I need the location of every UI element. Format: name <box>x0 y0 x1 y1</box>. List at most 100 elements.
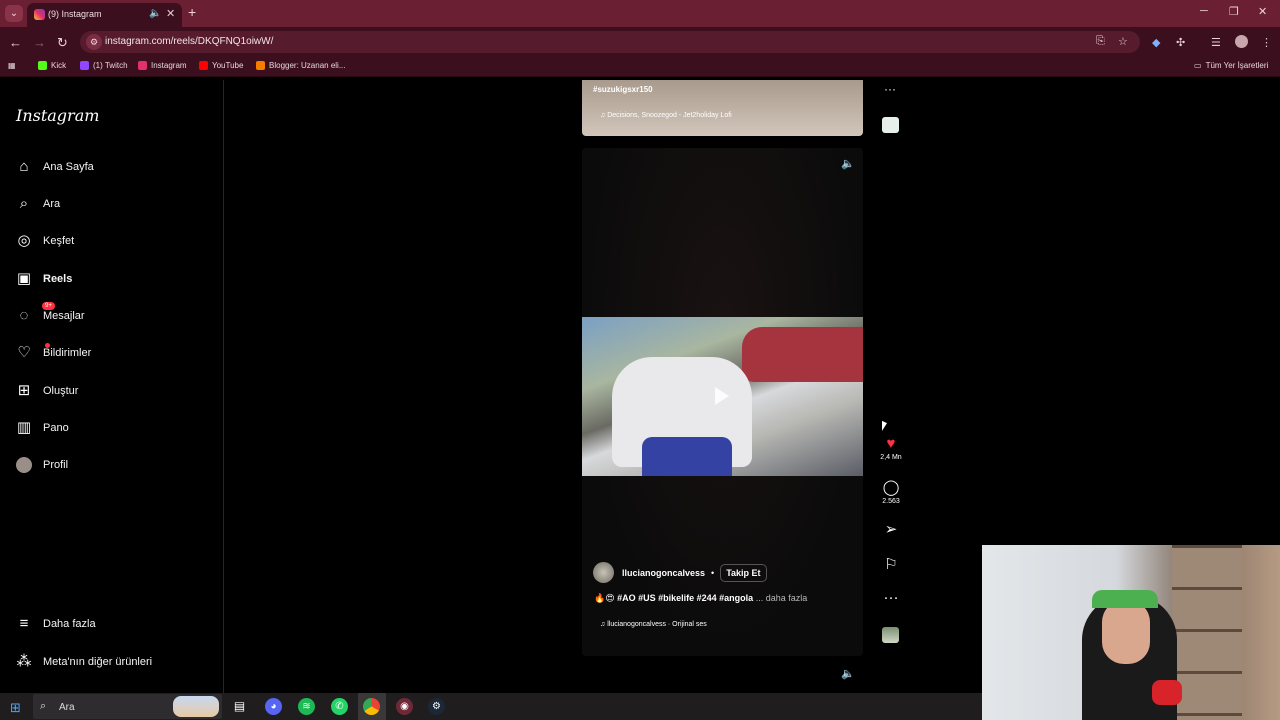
sidebar-item-dashboard[interactable]: ▥ Pano <box>16 417 69 439</box>
caption-more-link[interactable]: ... daha fazla <box>756 593 808 603</box>
tab-close-icon[interactable]: ✕ <box>166 7 175 20</box>
caption-emoji: 🔥😍 <box>594 593 615 603</box>
previous-reel[interactable]: #suzukigsxr150 ♫ Decisions, Snoozegod - … <box>582 80 863 136</box>
next-reel-speaker-icon[interactable]: 🔈 <box>841 667 855 680</box>
sidebar-item-meta[interactable]: ⁂ Meta'nın diğer ürünleri <box>16 651 153 673</box>
share-button[interactable]: ➢ <box>878 522 904 538</box>
back-arrow-icon[interactable]: ← <box>9 35 22 50</box>
sidebar-item-explore[interactable]: ◎ Keşfet <box>16 230 74 252</box>
more-options-button[interactable]: ··· <box>878 590 904 606</box>
instagram-favicon-icon <box>34 9 45 20</box>
apps-grid-icon[interactable]: ▦ <box>8 61 16 70</box>
caption-hashtags[interactable]: #AO #US #bikelife #244 #angola <box>617 593 756 603</box>
bookmark-youtube[interactable]: YouTube <box>199 61 243 70</box>
sidebar-item-label: Profil <box>43 459 69 471</box>
like-button[interactable]: ♥ 2,4 Mn <box>878 436 904 462</box>
windows-start-icon[interactable]: ⊞ <box>10 700 21 716</box>
browser-tab-instagram[interactable]: (9) Instagram 🔈 ✕ <box>27 3 182 27</box>
compass-icon: ◎ <box>17 232 31 249</box>
bookmark-twitch[interactable]: (1) Twitch <box>80 61 128 70</box>
speaker-icon[interactable]: 🔈 <box>841 157 855 170</box>
sidebar-item-label: Meta'nın diğer ürünleri <box>43 656 153 668</box>
kick-icon <box>38 61 47 70</box>
spotify-icon[interactable]: ≋ <box>298 698 315 715</box>
instagram-logo[interactable]: Instagram <box>16 106 99 125</box>
all-bookmarks-folder[interactable]: ▭ Tüm Yer İşaretleri <box>1194 61 1268 70</box>
tab-audio-icon[interactable]: 🔈 <box>149 8 161 19</box>
bookmarks-bar: ▦ Kick (1) Twitch Instagram YouTube Blog… <box>0 57 1280 77</box>
previous-reel-hashtag[interactable]: #suzukigsxr150 <box>593 85 653 94</box>
webcam-face <box>1102 600 1150 664</box>
blogger-icon <box>256 61 265 70</box>
bookmark-instagram[interactable]: Instagram <box>138 61 187 70</box>
task-view-icon[interactable]: ▤ <box>231 698 248 715</box>
bookmark-star-icon[interactable]: ☆ <box>1118 35 1128 48</box>
media-controls-icon[interactable]: ☰ <box>1211 36 1221 49</box>
send-icon: ➢ <box>884 521 898 538</box>
sidebar-item-label: Ara <box>43 198 61 210</box>
messenger-icon: ◌ <box>19 307 29 324</box>
bookmark-kick[interactable]: Kick <box>38 61 66 70</box>
translate-extension-icon[interactable]: ◆ <box>1152 36 1160 49</box>
play-icon[interactable] <box>715 387 729 405</box>
steam-icon[interactable]: ⚙ <box>428 698 445 715</box>
bookmark-icon: ⚐ <box>884 556 898 573</box>
reels-icon: ▣ <box>16 270 32 287</box>
profile-avatar-icon[interactable] <box>1235 35 1248 48</box>
sidebar-item-label: Daha fazla <box>43 618 96 630</box>
browser-toolbar: ← → ↻ ⚙ instagram.com/reels/DKQFNQ1oiwW/… <box>0 27 1280 57</box>
sidebar-item-create[interactable]: ⊞ Oluştur <box>16 380 79 402</box>
chrome-icon[interactable] <box>363 698 380 715</box>
discord-icon[interactable]: ◕ <box>265 698 282 715</box>
sidebar-item-search[interactable]: ⌕ Ara <box>16 193 60 215</box>
home-icon: ⌂ <box>19 158 29 175</box>
reel-caption: 🔥😍 #AO #US #bikelife #244 #angola ... da… <box>594 593 807 604</box>
restore-button[interactable]: ❐ <box>1229 5 1239 18</box>
instagram-icon <box>138 61 147 70</box>
meta-apps-icon: ⁂ <box>16 653 32 670</box>
address-bar[interactable]: ⚙ instagram.com/reels/DKQFNQ1oiwW/ ⎘ ☆ <box>80 31 1140 53</box>
sidebar-item-home[interactable]: ⌂ Ana Sayfa <box>16 156 93 178</box>
save-button[interactable]: ⚐ <box>878 557 904 573</box>
webcam-red-object <box>1152 680 1182 705</box>
search-highlight-image <box>173 696 219 717</box>
author-avatar[interactable] <box>593 562 614 583</box>
reel-audio[interactable]: ♫ llucianogoncalvess · Orijinal ses <box>600 621 707 628</box>
window-close-button[interactable]: ✕ <box>1258 5 1267 18</box>
search-icon: ⌕ <box>19 195 29 212</box>
sidebar-item-profile[interactable]: Profil <box>16 454 68 476</box>
install-app-icon[interactable]: ⎘ <box>1096 35 1105 48</box>
tab-list-button[interactable]: ⌄ <box>5 5 23 22</box>
extensions-icon[interactable]: ✣ <box>1176 36 1185 49</box>
site-info-icon[interactable]: ⚙ <box>86 34 102 50</box>
menu-kebab-icon[interactable]: ⋮ <box>1261 36 1272 49</box>
minimize-button[interactable]: ─ <box>1200 5 1208 17</box>
author-username[interactable]: llucianogoncalvess <box>622 568 705 578</box>
sidebar-item-reels[interactable]: ▣ Reels <box>16 268 72 290</box>
whatsapp-icon[interactable]: ✆ <box>331 698 348 715</box>
taskbar-search[interactable]: ⌕ Ara <box>33 694 222 719</box>
sidebar-item-messages[interactable]: ◌ 9+ Mesajlar <box>16 302 85 327</box>
bookmark-blogger[interactable]: Blogger: Uzanan eli... <box>256 61 346 70</box>
follow-button[interactable]: Takip Et <box>720 563 767 582</box>
obs-icon[interactable]: ◉ <box>396 698 413 715</box>
tab-title: (9) Instagram <box>48 9 102 19</box>
folder-icon: ▭ <box>1194 61 1202 70</box>
previous-reel-music[interactable]: ♫ Decisions, Snoozegod - Jet2holiday Lof… <box>600 112 732 119</box>
previous-audio-thumbnail[interactable] <box>882 117 899 133</box>
reel-video[interactable] <box>582 317 863 476</box>
reload-icon[interactable]: ↻ <box>57 35 68 51</box>
more-options-icon: ··· <box>883 589 899 606</box>
avatar-icon <box>16 457 32 473</box>
hamburger-menu-icon: ≡ <box>19 615 29 632</box>
audio-thumbnail[interactable] <box>882 627 899 643</box>
url-text[interactable]: instagram.com/reels/DKQFNQ1oiwW/ <box>105 36 273 47</box>
sidebar-item-more[interactable]: ≡ Daha fazla <box>16 613 96 635</box>
webcam-shelf <box>1172 545 1242 720</box>
comment-button[interactable]: ◯ 2.563 <box>878 480 904 506</box>
sidebar-item-notifications[interactable]: ♡ Bildirimler <box>16 342 91 364</box>
forward-arrow-icon[interactable]: → <box>33 35 46 50</box>
new-tab-button[interactable]: + <box>188 4 196 20</box>
sidebar-item-label: Reels <box>43 273 73 285</box>
more-options-icon[interactable]: ··· <box>884 82 896 96</box>
